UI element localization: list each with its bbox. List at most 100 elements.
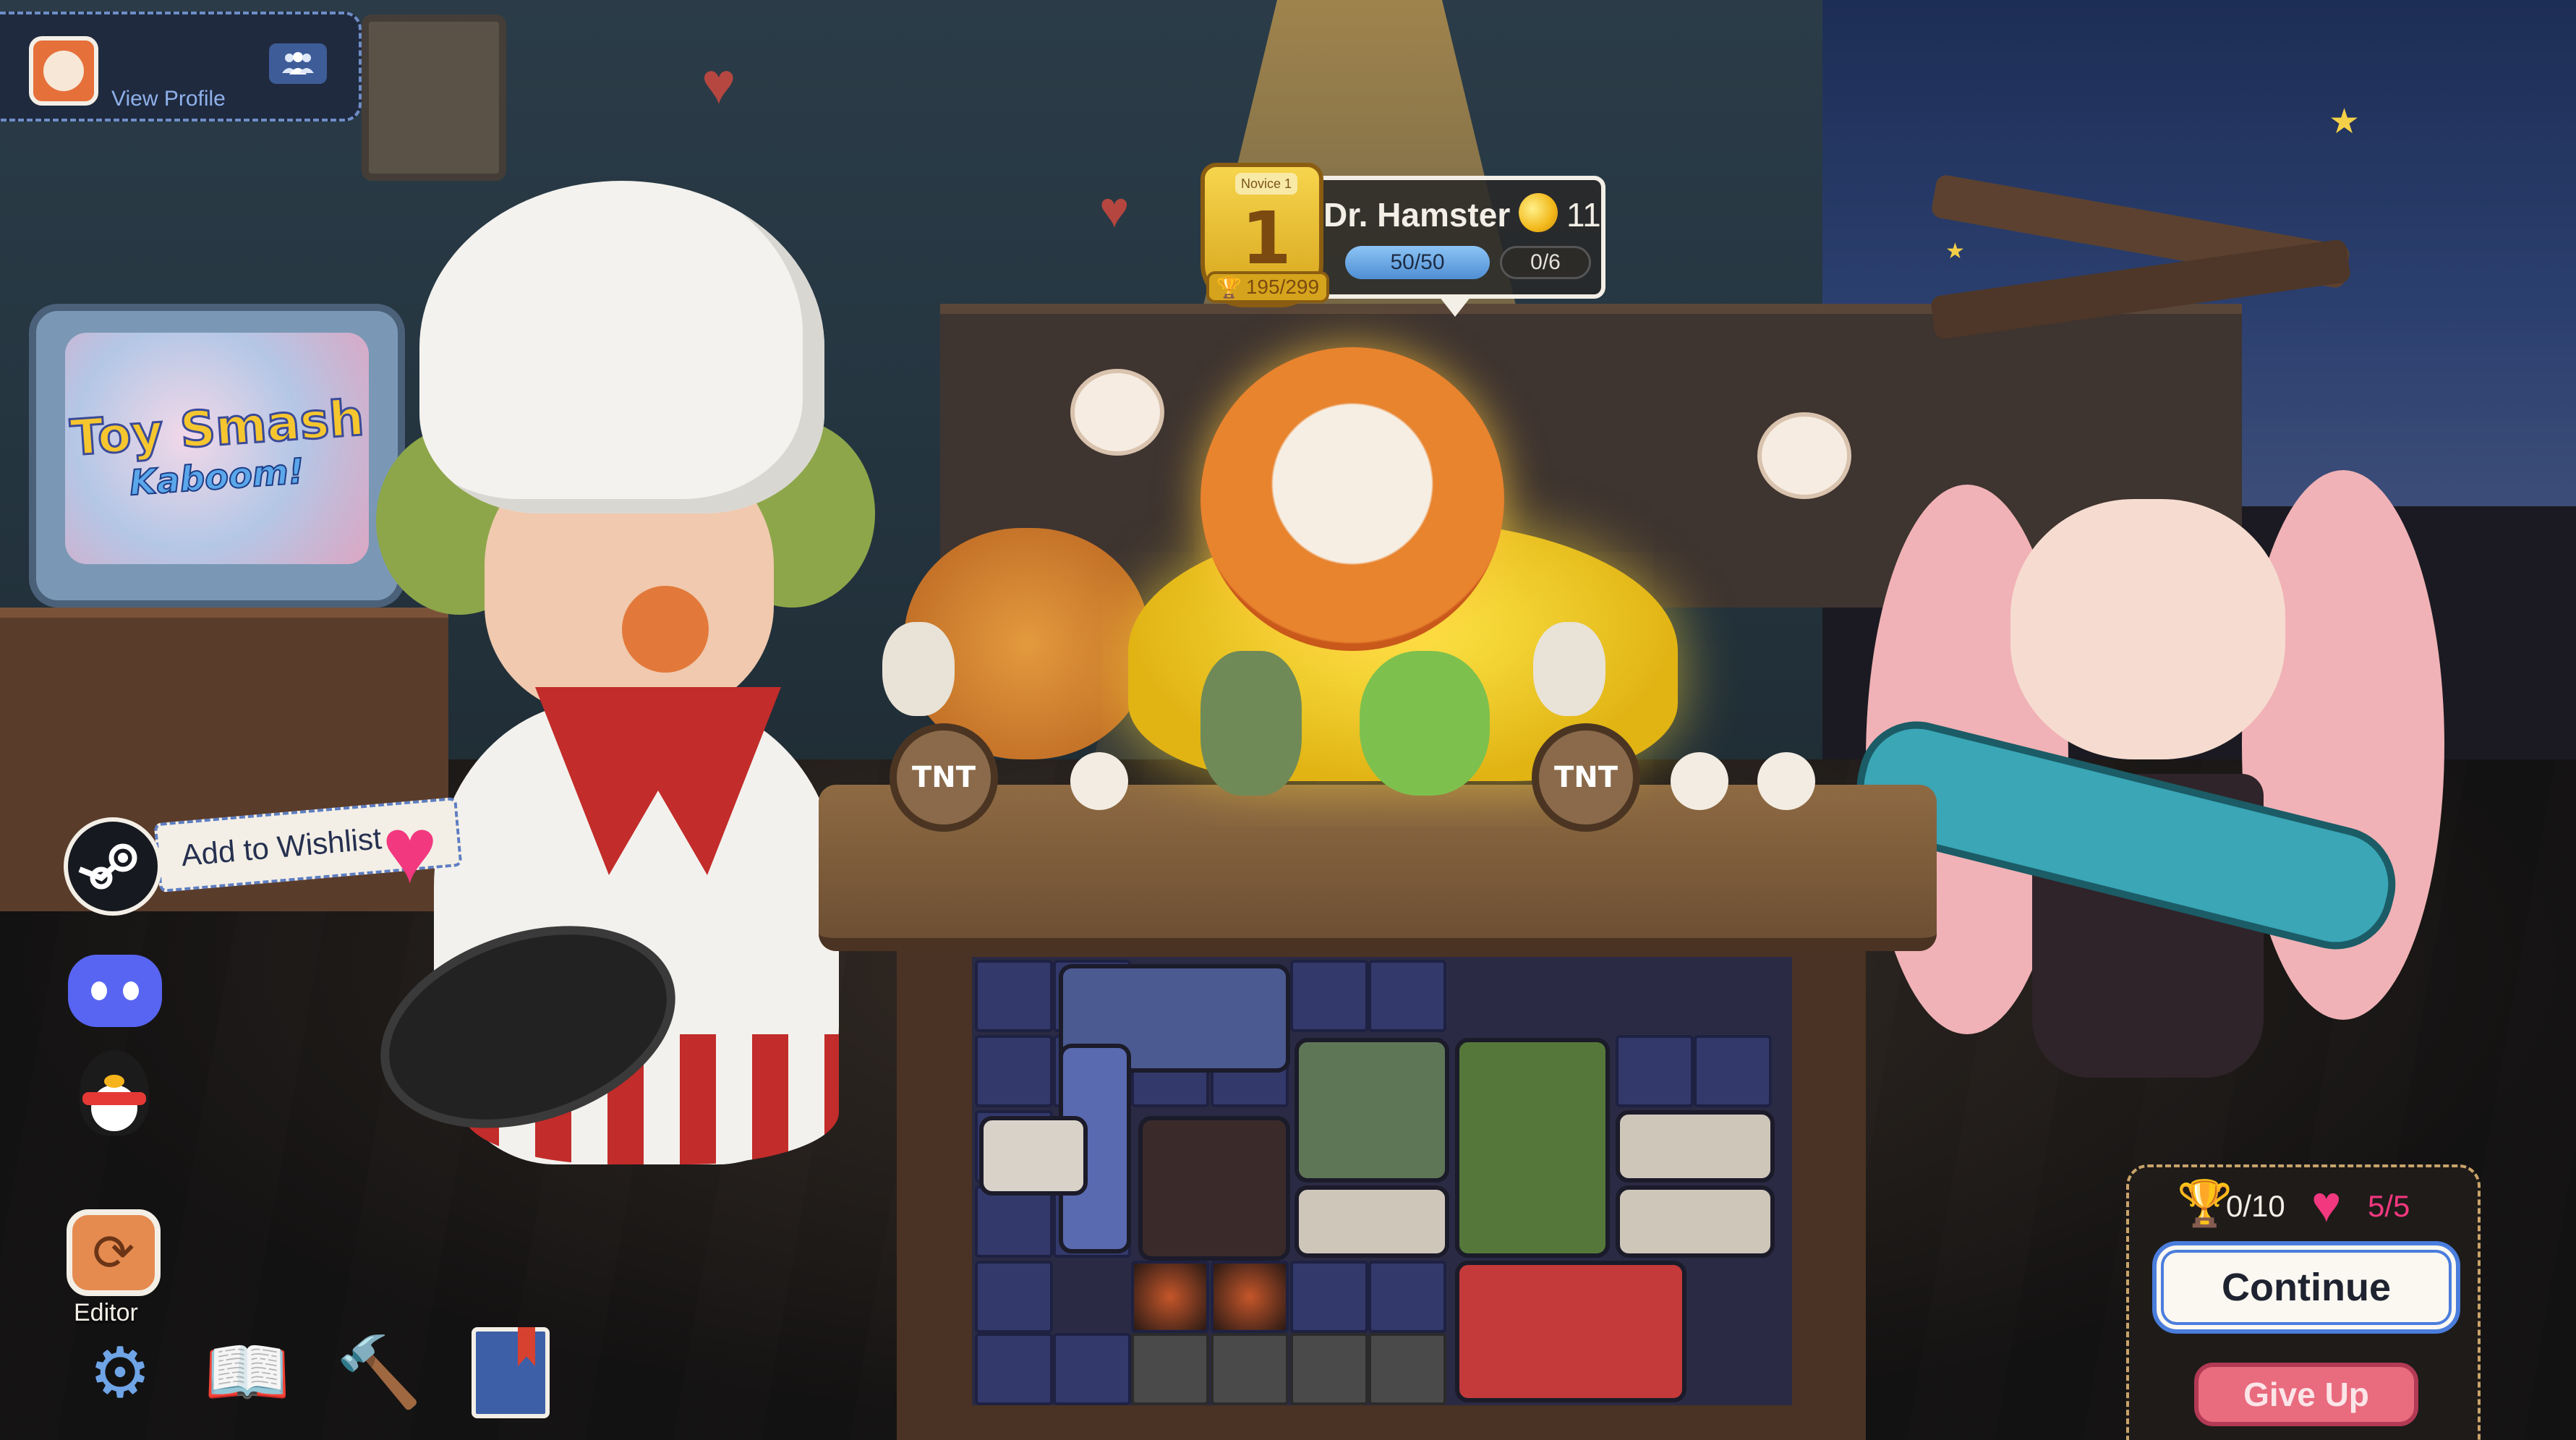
profile-card[interactable]: View Profile bbox=[0, 12, 362, 122]
backpack-grid bbox=[972, 957, 1792, 1405]
grid-cell-locked[interactable] bbox=[1290, 1333, 1368, 1405]
goggle-hamster-toy[interactable] bbox=[882, 622, 955, 716]
puppet-control-bar bbox=[1929, 238, 2352, 341]
small-hamster-toy[interactable] bbox=[1757, 752, 1815, 810]
give-up-button[interactable]: Give Up bbox=[2194, 1363, 2418, 1426]
dino-hamster-toy[interactable] bbox=[1360, 651, 1490, 796]
chef-hat bbox=[419, 181, 824, 514]
chef-clown-character bbox=[354, 181, 940, 1193]
wins-count: 0/10 bbox=[2226, 1189, 2285, 1223]
small-hamster-toy[interactable] bbox=[1671, 752, 1728, 810]
wall-picture-frame bbox=[362, 14, 506, 181]
rank-number: 1 bbox=[1241, 196, 1292, 281]
bookmark-icon bbox=[518, 1327, 535, 1366]
zombie-item[interactable] bbox=[1295, 1038, 1449, 1183]
experience-bar: 0/6 bbox=[1500, 246, 1591, 279]
star-icon: ★ bbox=[2329, 103, 2360, 141]
grid-cell[interactable] bbox=[1368, 1261, 1446, 1333]
heart-icon: ♥ bbox=[382, 797, 438, 903]
grid-cell-fire[interactable] bbox=[1131, 1261, 1209, 1333]
health-text: 50/50 bbox=[1390, 250, 1445, 274]
hamster-item[interactable] bbox=[1295, 1185, 1449, 1258]
heart-decoration-icon: ♥ bbox=[701, 51, 736, 116]
lives-count: 5/5 bbox=[2368, 1189, 2410, 1223]
friends-icon bbox=[282, 52, 314, 74]
health-bar: 50/50 bbox=[1345, 246, 1490, 279]
clown-nose bbox=[622, 586, 709, 673]
qq-icon-beak bbox=[104, 1075, 124, 1088]
battle-result-panel: 🏆 0/10 ♥ 5/5 Continue Give Up bbox=[2126, 1164, 2481, 1440]
puppet-face bbox=[2010, 499, 2285, 759]
trophy-icon: 🏆 bbox=[2177, 1179, 2233, 1229]
steam-icon bbox=[78, 833, 146, 900]
grid-cell[interactable] bbox=[1290, 1261, 1368, 1333]
trophy-count: 🏆 195/299 bbox=[1206, 271, 1329, 303]
wishlist-label: Add to Wishlist bbox=[179, 821, 383, 873]
tv-screen: Toy Smash Kaboom! bbox=[65, 333, 369, 564]
hammer-icon: 🔨 bbox=[336, 1334, 422, 1411]
qq-icon-scarf bbox=[82, 1092, 146, 1105]
heart-decoration-icon: ♥ bbox=[1099, 182, 1130, 238]
continue-button[interactable]: Continue bbox=[2152, 1241, 2460, 1334]
avatar-face bbox=[43, 51, 84, 91]
grid-cell-fire[interactable] bbox=[1211, 1261, 1289, 1333]
bubble-panel bbox=[1287, 176, 1605, 299]
discord-icon bbox=[123, 981, 139, 1000]
qq-button[interactable] bbox=[72, 1050, 156, 1144]
heart-icon: ♥ bbox=[2311, 1176, 2342, 1232]
journal-button[interactable] bbox=[463, 1325, 558, 1420]
retro-tv: Toy Smash Kaboom! bbox=[29, 304, 405, 608]
tnt-barrel-toy[interactable]: TNT bbox=[890, 723, 998, 832]
grid-cell[interactable] bbox=[975, 1261, 1053, 1333]
grid-cell[interactable] bbox=[1694, 1035, 1772, 1107]
experience-text: 0/6 bbox=[1530, 250, 1561, 274]
rank-label: Novice 1 bbox=[1235, 173, 1297, 195]
trophy-count-text: 195/299 bbox=[1245, 276, 1320, 298]
editor-button[interactable]: ⟳ bbox=[67, 1209, 161, 1296]
grid-cell[interactable] bbox=[975, 1333, 1053, 1405]
grid-cell-locked[interactable] bbox=[1211, 1333, 1289, 1405]
grid-cell[interactable] bbox=[1616, 1035, 1694, 1107]
grid-cell[interactable] bbox=[975, 1185, 1053, 1258]
friends-button[interactable] bbox=[269, 43, 327, 84]
goggle-hamster-toy[interactable] bbox=[1533, 622, 1605, 716]
crafting-button[interactable]: 🔨 bbox=[331, 1325, 427, 1420]
hamster-item[interactable] bbox=[1616, 1185, 1775, 1258]
discord-button[interactable] bbox=[68, 955, 162, 1027]
character-info-bubble: Novice 1 1 🏆 195/299 Dr. Hamster 11 50/5… bbox=[1200, 163, 1620, 317]
editor-refresh-icon: ⟳ bbox=[92, 1224, 135, 1281]
grid-cell[interactable] bbox=[1290, 960, 1368, 1032]
bubble-tail bbox=[1439, 297, 1471, 317]
grid-cell-locked[interactable] bbox=[1368, 1333, 1446, 1405]
flying-hamster-toy[interactable] bbox=[1070, 369, 1164, 456]
trophy-icon: 🏆 bbox=[1216, 276, 1242, 299]
lion-badge-item[interactable] bbox=[1455, 1261, 1686, 1402]
grid-cell[interactable] bbox=[975, 1035, 1053, 1107]
notebook-icon bbox=[472, 1327, 550, 1418]
tnt-hamster-item[interactable] bbox=[1138, 1116, 1290, 1261]
grid-cell[interactable] bbox=[1053, 1333, 1131, 1405]
dr-hamster-toy[interactable] bbox=[1200, 347, 1504, 651]
hamster-item[interactable] bbox=[979, 1116, 1088, 1196]
settings-gear-icon: ⚙ bbox=[88, 1334, 152, 1412]
dino-hamster-item[interactable] bbox=[1455, 1038, 1610, 1258]
flying-hamster-toy[interactable] bbox=[1757, 412, 1851, 499]
tnt-barrel-toy[interactable]: TNT bbox=[1532, 723, 1640, 832]
discord-icon bbox=[91, 981, 107, 1000]
character-name: Dr. Hamster bbox=[1323, 196, 1511, 234]
coin-count: 11 bbox=[1566, 196, 1601, 234]
collection-book-button[interactable]: 📖 bbox=[200, 1325, 295, 1420]
grid-cell[interactable] bbox=[975, 960, 1053, 1032]
zombie-toy[interactable] bbox=[1200, 651, 1302, 796]
view-profile-link[interactable]: View Profile bbox=[111, 87, 226, 111]
tv-game-title: Toy Smash bbox=[67, 388, 367, 468]
settings-button[interactable]: ⚙ bbox=[72, 1325, 168, 1420]
steam-button[interactable] bbox=[64, 817, 162, 916]
small-hamster-toy[interactable] bbox=[1070, 752, 1128, 810]
grid-cell-locked[interactable] bbox=[1131, 1333, 1209, 1405]
hamster-item[interactable] bbox=[1616, 1110, 1775, 1183]
puppet-girl-character bbox=[1844, 174, 2459, 1237]
book-icon: 📖 bbox=[204, 1334, 291, 1411]
grid-cell[interactable] bbox=[1368, 960, 1446, 1032]
hamster-avatar-icon[interactable] bbox=[29, 36, 98, 106]
